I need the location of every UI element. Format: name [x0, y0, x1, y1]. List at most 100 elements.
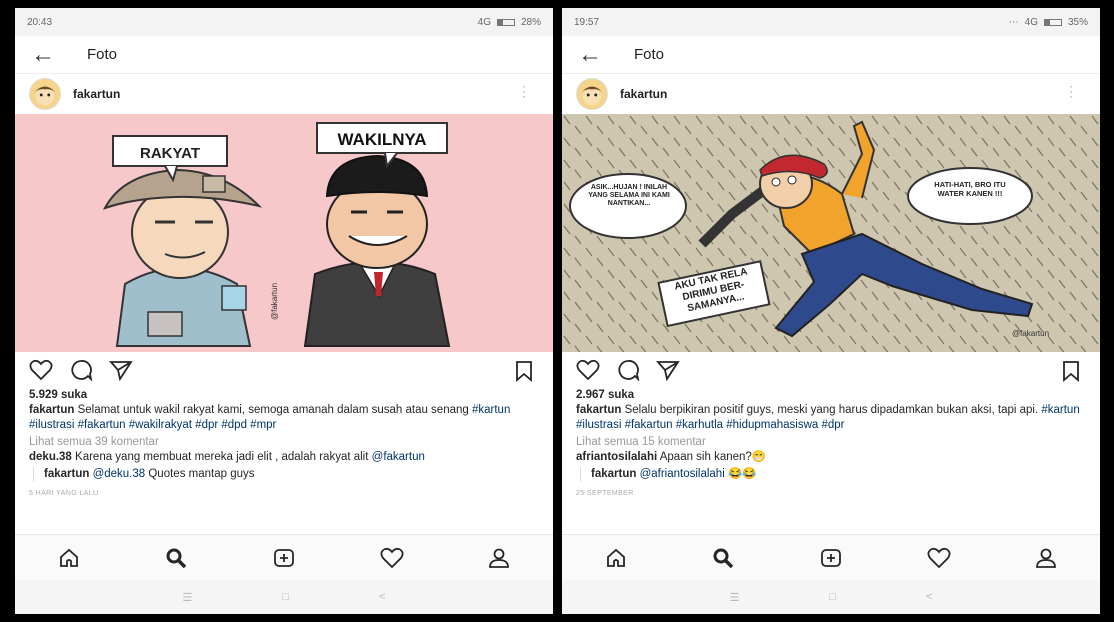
status-bar: 19:57 ⋯ 4G 35% [562, 8, 1100, 36]
system-nav-bar: ☰ □ < [15, 580, 553, 614]
status-time: 20:43 [27, 16, 53, 28]
post-meta: 2.967 suka fakartun Selalu berpikiran po… [562, 388, 1100, 501]
status-time: 19:57 [574, 16, 600, 28]
cartoon-illustration-right: ASIK...HUJAN ! INILAH YANG SELAMA INI KA… [562, 114, 1100, 352]
more-vert-icon[interactable]: ⋮ [1064, 84, 1078, 98]
heart-icon[interactable] [576, 356, 616, 384]
like-count[interactable]: 2.967 suka [576, 388, 1086, 403]
artist-signature: @fakartun [270, 283, 279, 320]
profile-icon[interactable] [479, 543, 519, 573]
battery-icon [496, 18, 515, 26]
post-image[interactable]: ASIK...HUJAN ! INILAH YANG SELAMA INI KA… [562, 114, 1100, 352]
status-icons: 4G 28% [478, 17, 541, 28]
reply-divider [33, 467, 34, 482]
comment: afriantosilalahi Apaan sih kanen?😁 [576, 450, 1086, 465]
back-chevron-icon[interactable]: < [926, 591, 932, 603]
profile-icon[interactable] [1026, 543, 1066, 573]
bubble-left-text: ASIK...HUJAN ! INILAH YANG SELAMA INI KA… [588, 184, 670, 207]
home-icon[interactable] [596, 543, 636, 573]
battery-icon [1043, 18, 1062, 26]
label-rakyat: RAKYAT [140, 145, 200, 162]
like-count[interactable]: 5.929 suka [29, 388, 539, 403]
bookmark-icon[interactable] [515, 360, 533, 387]
view-all-comments-link[interactable]: Lihat semua 39 komentar [29, 435, 539, 450]
caption-text: Selalu berpikiran positif guys, meski ya… [621, 404, 1042, 416]
arrow-left-icon[interactable]: ← [578, 42, 618, 67]
view-all-comments-link[interactable]: Lihat semua 15 komentar [576, 435, 1086, 450]
home-icon[interactable] [49, 543, 89, 573]
artist-signature: @fakartun [1012, 329, 1049, 338]
post-image[interactable]: RAKYAT WAKILNYA @fakartun [15, 114, 553, 352]
post-timestamp: 25 SEPTEMBER [576, 490, 634, 497]
cartoon-illustration-left: RAKYAT WAKILNYA @fakartun [15, 114, 553, 352]
comment-mention[interactable]: @fakartun [372, 451, 425, 463]
network-type: 4G [1024, 16, 1038, 28]
post-actions [562, 352, 1100, 388]
comment-text: Karena yang membuat mereka jadi elit , a… [71, 451, 372, 463]
app-bar: ← Foto [562, 36, 1100, 74]
wifi-icon: ⋯ [1008, 16, 1019, 28]
share-icon[interactable] [109, 356, 149, 384]
avatar[interactable] [576, 78, 608, 110]
activity-heart-icon[interactable] [919, 543, 959, 573]
comment-username[interactable]: deku.38 [29, 451, 72, 463]
status-bar: 20:43 4G 28% [15, 8, 553, 36]
phone-screen-left: 20:43 4G 28% ← Foto fakartun ⋮ RAKYAT WA… [15, 8, 553, 614]
label-wakilnya: WAKILNYA [337, 130, 426, 149]
back-chevron-icon[interactable]: < [379, 591, 385, 603]
battery-level: 35% [1067, 16, 1088, 28]
page-title: Foto [87, 46, 118, 63]
search-icon[interactable] [703, 543, 743, 573]
reply-mention[interactable]: @deku.38 [89, 468, 146, 480]
caption-text: Selamat untuk wakil rakyat kami, semoga … [74, 404, 472, 416]
avatar[interactable] [29, 78, 61, 110]
network-type: 4G [477, 16, 491, 28]
reply-username[interactable]: fakartun [591, 468, 636, 480]
menu-icon[interactable]: ☰ [730, 591, 740, 604]
caption-username[interactable]: fakartun [29, 404, 74, 416]
caption: fakartun Selamat untuk wakil rakyat kami… [29, 403, 539, 433]
post-header: fakartun ⋮ [15, 74, 553, 114]
phone-screen-right: 19:57 ⋯ 4G 35% ← Foto fakartun ⋮ ASIK...… [562, 8, 1100, 614]
battery-level: 28% [520, 16, 541, 28]
add-icon[interactable] [264, 543, 304, 573]
reply-divider [580, 467, 581, 482]
bubble-right-text: HATI-HATI, BRO ITU WATER KANEN !!! [934, 180, 1006, 198]
bookmark-icon[interactable] [1062, 360, 1080, 387]
post-timestamp: 5 HARI YANG LALU [29, 490, 99, 497]
arrow-left-icon[interactable]: ← [31, 42, 71, 67]
square-icon[interactable]: □ [282, 591, 289, 603]
avatar-face-icon [581, 86, 603, 106]
comment-icon[interactable] [616, 356, 656, 384]
square-icon[interactable]: □ [829, 591, 836, 603]
reply-username[interactable]: fakartun [44, 468, 89, 480]
search-icon[interactable] [156, 543, 196, 573]
comment-reply: fakartun @afriantosilalahi 😂😂 [576, 467, 1086, 482]
bottom-nav [15, 534, 553, 580]
add-icon[interactable] [811, 543, 851, 573]
comment-username[interactable]: afriantosilalahi [576, 451, 657, 463]
heart-icon[interactable] [29, 356, 69, 384]
menu-icon[interactable]: ☰ [183, 591, 193, 604]
more-vert-icon[interactable]: ⋮ [517, 84, 531, 98]
comment-reply: fakartun @deku.38 Quotes mantap guys [29, 467, 539, 482]
reply-text: 😂😂 [724, 468, 757, 480]
comment-text: Apaan sih kanen?😁 [657, 451, 767, 463]
caption: fakartun Selalu berpikiran positif guys,… [576, 403, 1086, 433]
app-bar: ← Foto [15, 36, 553, 74]
system-nav-bar: ☰ □ < [562, 580, 1100, 614]
reply-mention[interactable]: @afriantosilalahi [636, 468, 725, 480]
comment: deku.38 Karena yang membuat mereka jadi … [29, 450, 539, 465]
post-actions [15, 352, 553, 388]
post-header: fakartun ⋮ [562, 74, 1100, 114]
bottom-nav [562, 534, 1100, 580]
page-title: Foto [634, 46, 665, 63]
activity-heart-icon[interactable] [372, 543, 412, 573]
reply-text: Quotes mantap guys [145, 468, 255, 480]
comment-icon[interactable] [69, 356, 109, 384]
status-icons: ⋯ 4G 35% [1009, 17, 1088, 28]
post-username[interactable]: fakartun [73, 87, 120, 101]
share-icon[interactable] [656, 356, 696, 384]
caption-username[interactable]: fakartun [576, 404, 621, 416]
post-username[interactable]: fakartun [620, 87, 667, 101]
